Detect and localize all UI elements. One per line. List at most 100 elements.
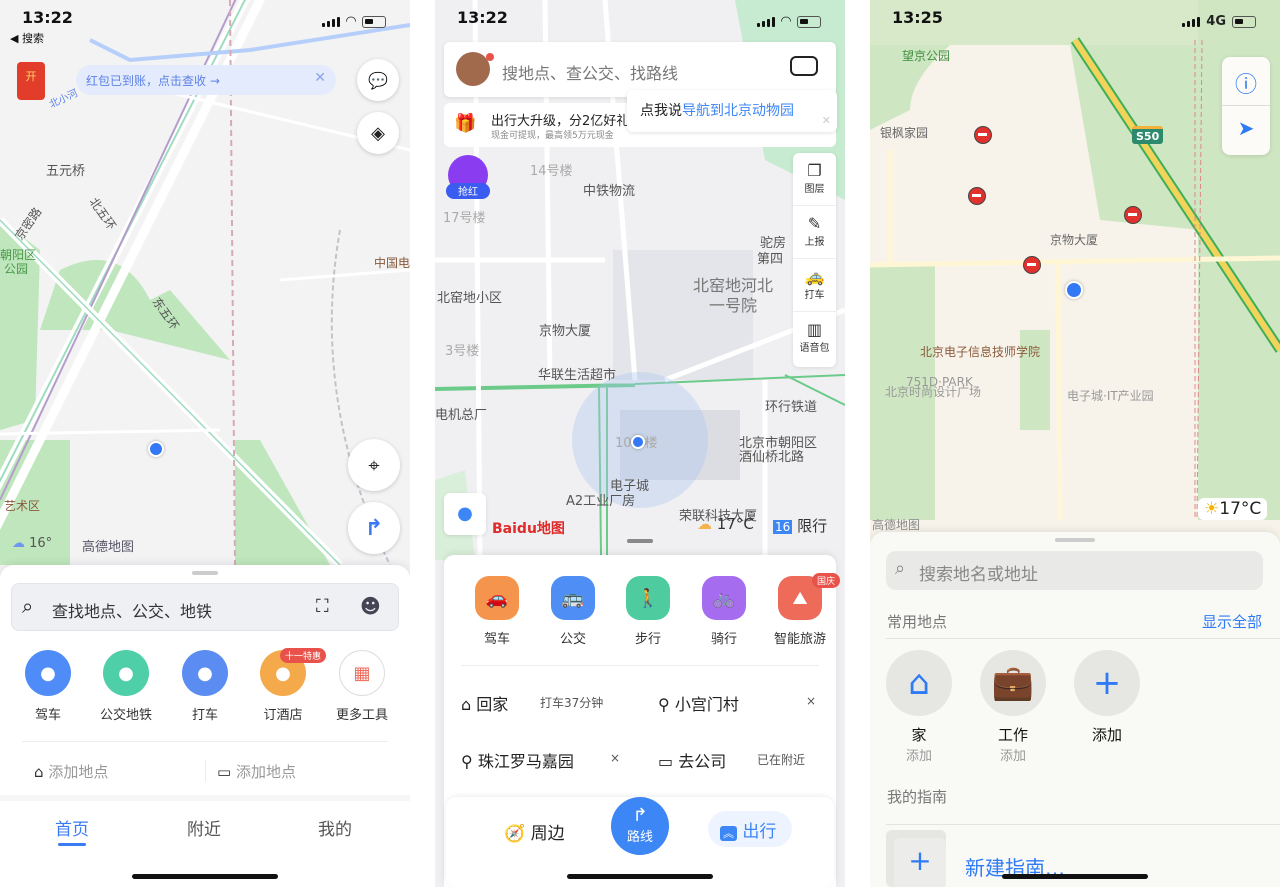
map-label: 环行铁道 [765,400,818,415]
cloudy-sun-icon: ☁ [697,515,712,533]
favorite-sub: 添加 [999,749,1026,764]
map-label: 公园 [4,262,29,276]
map-controls: ⓘ ➤ [1222,57,1270,155]
compass-icon: ● [457,503,473,524]
tool-item[interactable]: ● 驾车 [17,650,79,723]
tool-label: 打车 [804,290,825,301]
layers-button[interactable]: ◈ [357,112,399,154]
chat-icon: 💬 [368,70,388,90]
route-button[interactable]: ↱ 路线 [611,797,669,855]
tab-nearby[interactable]: 附近 [187,815,221,840]
tool-label: 更多工具 [335,708,388,723]
red-packet-banner[interactable]: 红包已到账，点击查收 → ✕ [76,65,336,95]
tool-item[interactable]: ● 公交地铁 [95,650,157,723]
traffic-restriction[interactable]: 16 限行 [773,515,827,536]
travel-mode[interactable]: 🚗 驾车 [457,576,537,647]
avatar[interactable] [456,52,490,86]
scan-icon[interactable]: ⛶ [316,596,329,617]
assistant-icon[interactable]: ☻ [360,594,381,618]
status-icons: ◠ [757,14,821,29]
shortcut-item[interactable]: ⌂ 回家 [461,691,508,715]
chevron-up-icon: ︽ [720,826,737,841]
add-work-place[interactable]: ▭ 添加地点 [217,761,296,782]
envelope-glyph: 开 [25,70,37,83]
tab-label: 首页 [55,820,89,840]
back-to-search[interactable]: ◀ 搜索 [10,30,44,46]
promo-badge: 国庆 [812,573,841,588]
message-button[interactable]: 💬 [357,59,399,101]
locate-button[interactable]: ⌖ [348,439,400,491]
travel-mode[interactable]: 🚲 骑行 [684,576,764,647]
layers-icon: ◈ [371,122,385,144]
shortcut-label: 去公司 [678,752,727,771]
favorite-label: 工作 [997,726,1028,744]
gift-icon: 🎁 [454,113,477,134]
red-packet-button[interactable]: 抢红 [446,155,490,201]
weather: ☁ 17°C [697,515,754,533]
search-bar[interactable]: ⌕ 查找地点、公交、地铁 ⛶ ☻ [11,583,399,631]
favorite-item[interactable]: 💼 工作 添加 [980,650,1046,764]
sheet-handle[interactable] [1055,538,1095,542]
travel-mode[interactable]: 🚌 公交 [533,576,613,647]
tool-item[interactable]: ▦ 更多工具 [331,650,393,723]
nearby-button[interactable]: 🧭 周边 [504,819,565,844]
side-tool-3[interactable]: ▥ 语音包 [793,312,836,365]
side-tool-1[interactable]: ✎ 上报 [793,206,836,259]
red-envelope-icon[interactable]: 开 [17,62,45,100]
shortcut-item[interactable]: ▭ 去公司 [658,748,726,772]
shortcut-item[interactable]: ⚲ 珠江罗马嘉园 [461,748,574,772]
tooltip-link[interactable]: 导航到北京动物园 [682,103,794,119]
close-icon[interactable]: ✕ [314,70,326,86]
travel-mode[interactable]: ⛰ 智能旅游 国庆 [760,573,841,647]
voice-assistant-icon[interactable] [790,56,818,76]
weather-temp: 17°C [716,515,754,533]
signal-icon [1182,16,1201,27]
show-all-link[interactable]: 显示全部 [1202,611,1262,632]
compass-button[interactable]: ● [444,493,486,535]
promo-badge: 十一特惠 [280,648,327,663]
close-icon[interactable]: ✕ [822,114,831,127]
voice-tooltip[interactable]: 点我说导航到北京动物园 ✕ [627,90,837,132]
shortcut-info[interactable]: × [806,694,816,708]
baidu-screen: 13:22 ◠ 搜地点、查公交、找路线 🎁 出行大升级，分2亿好礼 现金可提现，… [435,0,845,887]
no-entry-icon [1023,256,1041,274]
tab-mine[interactable]: 我的 [318,815,352,840]
route-label: 路线 [626,830,653,845]
tool-item[interactable]: ● 打车 [174,650,236,723]
map-label: 北京电子信息技师学院 [920,345,1041,359]
shortcut-label: 珠江罗马嘉园 [477,752,574,771]
search-bar[interactable]: ⌕ 搜索地名或地址 [886,551,1263,590]
home-indicator [132,874,278,879]
navigation-button[interactable]: ↱ [348,502,400,554]
favorite-item[interactable]: ⌂ 家添加 [886,650,952,764]
search-bar[interactable]: 搜地点、查公交、找路线 [444,42,836,97]
add-home-place[interactable]: ⌂ 添加地点 [34,761,108,782]
bottom-sheet: ⌕ 搜索地名或地址 常用地点 显示全部 ⌂ 家添加 💼 工作 添加 + 添加 我的指南 + 新… [870,532,1280,887]
tab-home[interactable]: 首页 [55,815,89,846]
location-arrow-icon[interactable]: ➤ [1222,106,1270,155]
amap-logo: 高德地图 [82,540,135,555]
map-label: 望京公园 [902,49,951,63]
side-tool-2[interactable]: 🚕 打车 [793,259,836,312]
highway-shield: S50 [1132,126,1164,144]
mode-label: 智能旅游 [773,632,826,647]
travel-button[interactable]: ︽ 出行 [708,811,792,847]
tool-icon: ✎ [807,214,822,233]
tool-item[interactable]: ● 订酒店 十一特惠 [252,648,327,723]
wifi-icon: ◠ [346,14,356,29]
favorite-item[interactable]: + 添加 [1074,650,1140,745]
notification-dot [486,53,494,61]
shortcut-item[interactable]: ⚲ 小宫门村 [658,691,739,715]
travel-mode[interactable]: 🚶 步行 [608,576,688,647]
sheet-handle[interactable] [192,571,218,575]
shortcut-info[interactable]: × [610,751,620,765]
signal-icon [322,16,340,27]
mode-icon: 🚶 [626,576,670,620]
sheet-handle[interactable] [627,539,653,543]
info-icon[interactable]: ⓘ [1222,57,1270,106]
tool-label: 打车 [191,708,218,723]
favorites-title: 常用地点 [887,613,948,631]
no-entry-icon [974,126,992,144]
new-guide-button[interactable]: + [886,830,946,887]
side-tool-0[interactable]: ❐ 图层 [793,153,836,206]
